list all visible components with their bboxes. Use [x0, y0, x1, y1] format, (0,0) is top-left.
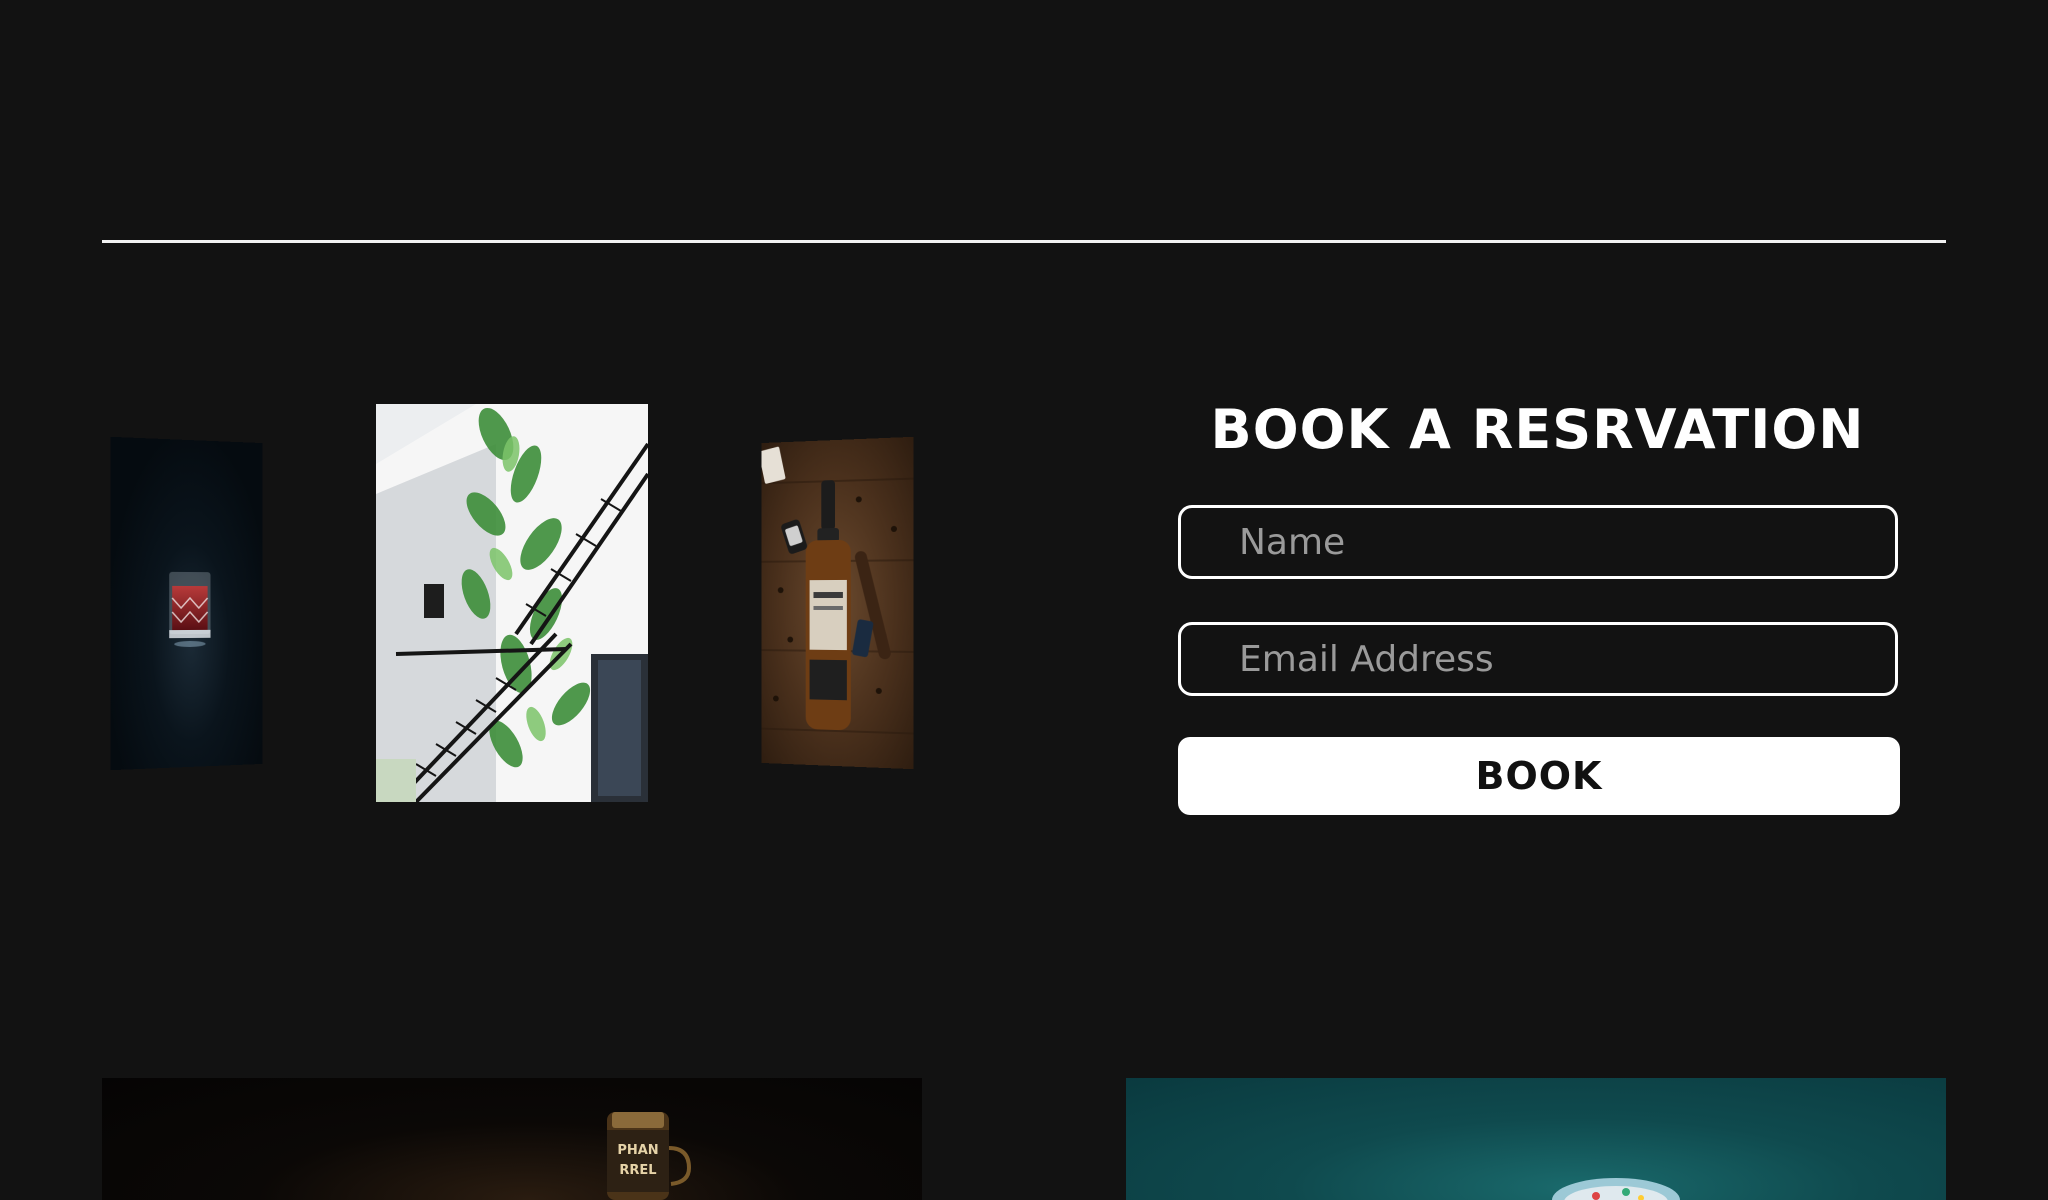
bourbon-bottle-illustration: PHAN RREL	[607, 1112, 692, 1200]
bourbon-label-line2: RREL	[619, 1163, 656, 1178]
bourbon-label-line1: PHAN	[617, 1143, 658, 1158]
gallery-image-building-mural[interactable]	[376, 404, 648, 802]
gallery-image-whisky-bottle[interactable]	[761, 436, 914, 770]
section-divider	[102, 240, 1946, 243]
page: BOOK A RESRVATION BOOK PHAN RREL	[0, 0, 2048, 1200]
email-input[interactable]	[1178, 622, 1898, 696]
bottom-image-bourbon: PHAN RREL	[102, 1078, 922, 1200]
whiskey-glass-icon	[167, 571, 212, 648]
booking-title: BOOK A RESRVATION	[1210, 398, 1865, 461]
boat-on-water-illustration	[1552, 1178, 1680, 1200]
whisky-bottle-illustration	[761, 446, 914, 735]
book-button[interactable]: BOOK	[1178, 737, 1900, 815]
gallery-image-whiskey-glass[interactable]	[110, 436, 263, 771]
name-input[interactable]	[1178, 505, 1898, 579]
bottom-image-ocean	[1126, 1078, 1946, 1200]
building-mural-illustration	[376, 404, 648, 802]
